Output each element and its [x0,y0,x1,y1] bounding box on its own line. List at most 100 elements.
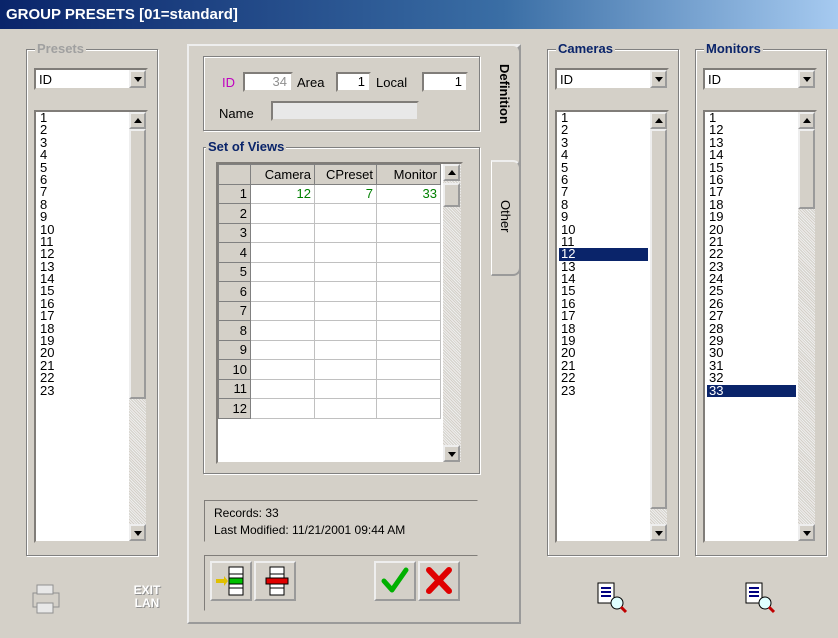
confirm-button[interactable] [374,561,416,601]
presets-list-item[interactable]: 7 [38,185,127,198]
monitor-cell[interactable] [376,378,441,399]
row-number[interactable]: 2 [218,203,251,224]
monitor-cell[interactable] [376,339,441,360]
scroll-down-icon[interactable] [798,524,815,541]
monitors-scrollbar[interactable] [798,112,815,541]
scroll-up-icon[interactable] [129,112,146,129]
camera-cell[interactable] [250,300,315,321]
cpreset-cell[interactable] [314,300,377,321]
name-field[interactable] [271,101,419,121]
monitors-list[interactable]: 1 12 13 14 15 16 17 18 19 20 21 22 23 24 25 26 27 28 29 30 3… [703,110,817,543]
delete-row-button[interactable] [254,561,296,601]
row-number[interactable]: 1 [218,183,251,204]
scroll-thumb[interactable] [650,129,667,509]
col-header[interactable]: Monitor [376,164,441,185]
monitor-cell[interactable] [376,261,441,282]
cameras-list-item[interactable]: 4 [559,148,648,161]
cpreset-cell[interactable] [314,261,377,282]
monitor-cell[interactable] [376,203,441,224]
monitor-cell[interactable] [376,398,441,419]
camera-cell[interactable] [250,398,315,419]
row-number[interactable]: 8 [218,320,251,341]
cameras-list-item[interactable]: 2 [559,123,648,136]
cpreset-cell[interactable] [314,359,377,380]
cpreset-cell[interactable] [314,320,377,341]
insert-row-button[interactable] [210,561,252,601]
row-number[interactable]: 11 [218,378,251,399]
monitor-cell[interactable] [376,242,441,263]
presets-list-item[interactable]: 2 [38,123,127,136]
monitor-cell[interactable] [376,300,441,321]
presets-list[interactable]: 1 2 3 4 5 6 7 8 9 10 11 12 13 14 15 16 17 18 19 20 21 22 23 [34,110,148,543]
cameras-list-item[interactable]: 3 [559,136,648,149]
monitors-list-item[interactable]: 33 [707,383,796,397]
chevron-down-icon[interactable] [129,70,146,88]
cameras-list-item[interactable]: 1 [559,112,648,124]
row-number[interactable]: 7 [218,300,251,321]
cameras-list-item[interactable]: 8 [559,198,648,211]
scroll-up-icon[interactable] [798,112,815,129]
row-number[interactable]: 4 [218,242,251,263]
row-number[interactable]: 5 [218,261,251,282]
views-grid[interactable]: Camera CPreset Monitor 1 12 7 33 2 3 4 5 6 7 8 9 10 1… [216,162,463,464]
monitor-cell[interactable] [376,359,441,380]
camera-cell[interactable] [250,339,315,360]
camera-cell[interactable] [250,320,315,341]
cameras-list[interactable]: 1 2 3 4 5 6 7 8 9 10 11 12 13 14 15 16 17 18 19 20 21 22 23 [555,110,669,543]
camera-cell[interactable] [250,242,315,263]
row-number[interactable]: 10 [218,359,251,380]
camera-cell[interactable] [250,261,315,282]
monitor-cell[interactable] [376,222,441,243]
cameras-sort-combo[interactable]: ID [555,68,669,90]
cameras-scrollbar[interactable] [650,112,667,541]
id-field[interactable]: 34 [243,72,293,92]
cameras-list-item[interactable]: 6 [559,173,648,186]
camera-cell[interactable] [250,203,315,224]
monitor-cell[interactable] [376,320,441,341]
presets-list-item[interactable]: 23 [38,383,127,397]
monitor-cell[interactable] [376,281,441,302]
scroll-thumb[interactable] [443,183,460,207]
tab-definition[interactable]: Definition [491,44,521,168]
cpreset-cell[interactable] [314,339,377,360]
area-field[interactable]: 1 [336,72,371,92]
cancel-button[interactable] [418,561,460,601]
col-header[interactable]: CPreset [314,164,377,185]
camera-cell[interactable] [250,359,315,380]
scroll-down-icon[interactable] [129,524,146,541]
cpreset-cell[interactable] [314,281,377,302]
scroll-down-icon[interactable] [650,524,667,541]
row-number[interactable]: 3 [218,222,251,243]
scroll-down-icon[interactable] [443,445,460,462]
cpreset-cell[interactable] [314,222,377,243]
print-button[interactable] [23,577,67,621]
cameras-list-item[interactable]: 7 [559,185,648,198]
scroll-up-icon[interactable] [443,164,460,181]
cpreset-cell[interactable] [314,242,377,263]
monitors-search-button[interactable] [738,575,782,619]
camera-cell[interactable]: 12 [250,183,315,204]
scroll-up-icon[interactable] [650,112,667,129]
cpreset-cell[interactable] [314,378,377,399]
cpreset-cell[interactable]: 7 [314,183,377,204]
tab-other[interactable]: Other [491,160,521,276]
col-header[interactable]: Camera [250,164,315,185]
cameras-list-item[interactable]: 5 [559,160,648,174]
camera-cell[interactable] [250,281,315,302]
scroll-thumb[interactable] [129,129,146,399]
row-number[interactable]: 6 [218,281,251,302]
presets-list-item[interactable]: 4 [38,148,127,161]
exit-lan-button[interactable]: EXIT LAN [125,580,169,616]
cameras-list-item[interactable]: 23 [559,383,648,397]
chevron-down-icon[interactable] [798,70,815,88]
row-number[interactable]: 12 [218,398,251,419]
row-number[interactable]: 9 [218,339,251,360]
views-scrollbar[interactable] [443,164,461,462]
presets-list-item[interactable]: 8 [38,198,127,211]
camera-cell[interactable] [250,222,315,243]
scroll-thumb[interactable] [798,129,815,209]
presets-scrollbar[interactable] [129,112,146,541]
presets-sort-combo[interactable]: ID [34,68,148,90]
presets-list-item[interactable]: 6 [38,173,127,186]
cpreset-cell[interactable] [314,203,377,224]
